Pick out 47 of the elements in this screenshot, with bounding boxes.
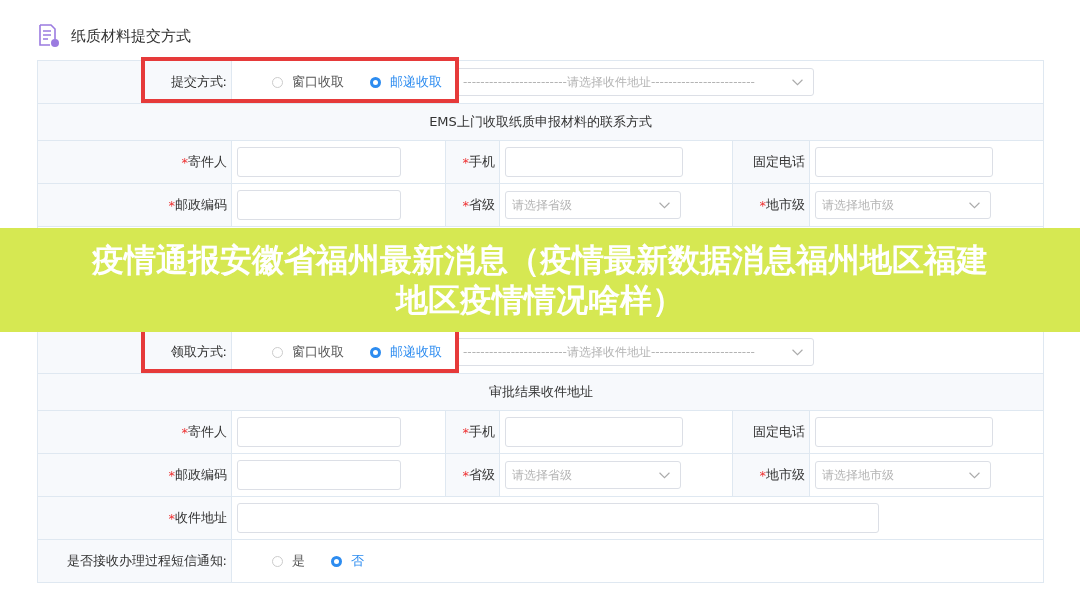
chevron-down-icon (969, 201, 980, 209)
input-field[interactable] (237, 147, 401, 177)
input-field[interactable] (237, 503, 879, 533)
radio-option[interactable]: 邮递收取 (370, 73, 442, 91)
field-label: *手机 (445, 411, 500, 453)
field-label: *邮政编码 (38, 184, 232, 226)
input-field[interactable] (237, 460, 401, 490)
input-field[interactable] (237, 417, 401, 447)
field-label: 固定电话 (732, 141, 810, 183)
chevron-down-icon (792, 78, 803, 86)
address-select[interactable]: ------------------------请选择收件地址------------------------ (456, 338, 814, 366)
input-field[interactable] (237, 190, 401, 220)
select-field[interactable]: 请选择省级 (505, 191, 681, 219)
radio-option[interactable]: 否 (331, 552, 364, 570)
input-field[interactable] (815, 147, 993, 177)
field-label: 是否接收办理过程短信通知: (38, 540, 232, 582)
radio-option[interactable]: 是 (272, 552, 305, 570)
chevron-down-icon (659, 201, 670, 209)
chevron-down-icon (659, 471, 670, 479)
select-field[interactable]: 请选择地市级 (815, 461, 991, 489)
radio-option[interactable]: 窗口收取 (272, 343, 344, 361)
field-label: *寄件人 (38, 411, 232, 453)
field-label: *寄件人 (38, 141, 232, 183)
field-label: *省级 (445, 184, 500, 226)
field-label: 提交方式: (38, 61, 232, 103)
chevron-down-icon (969, 471, 980, 479)
radio-option[interactable]: 窗口收取 (272, 73, 344, 91)
field-label: *地市级 (732, 454, 810, 496)
input-field[interactable] (505, 417, 683, 447)
field-label: *邮政编码 (38, 454, 232, 496)
field-label: *省级 (445, 454, 500, 496)
field-label: *地市级 (732, 184, 810, 226)
radio-option[interactable]: 邮递收取 (370, 343, 442, 361)
section-title: 纸质材料提交方式 (71, 26, 191, 46)
field-label: 固定电话 (732, 411, 810, 453)
address-select[interactable]: ------------------------请选择收件地址------------------------ (456, 68, 814, 96)
select-field[interactable]: 请选择省级 (505, 461, 681, 489)
subtitle: 审批结果收件地址 (488, 383, 593, 401)
banner-title: 疫情通报安徽省福州最新消息（疫情最新数据消息福州地区福建地区疫情情况啥样） (90, 240, 989, 320)
field-label: *收件地址 (38, 497, 232, 539)
select-field[interactable]: 请选择地市级 (815, 191, 991, 219)
input-field[interactable] (815, 417, 993, 447)
field-label: *手机 (445, 141, 500, 183)
document-icon (37, 24, 61, 48)
chevron-down-icon (792, 348, 803, 356)
input-field[interactable] (505, 147, 683, 177)
subtitle: EMS上门收取纸质申报材料的联系方式 (429, 113, 652, 131)
